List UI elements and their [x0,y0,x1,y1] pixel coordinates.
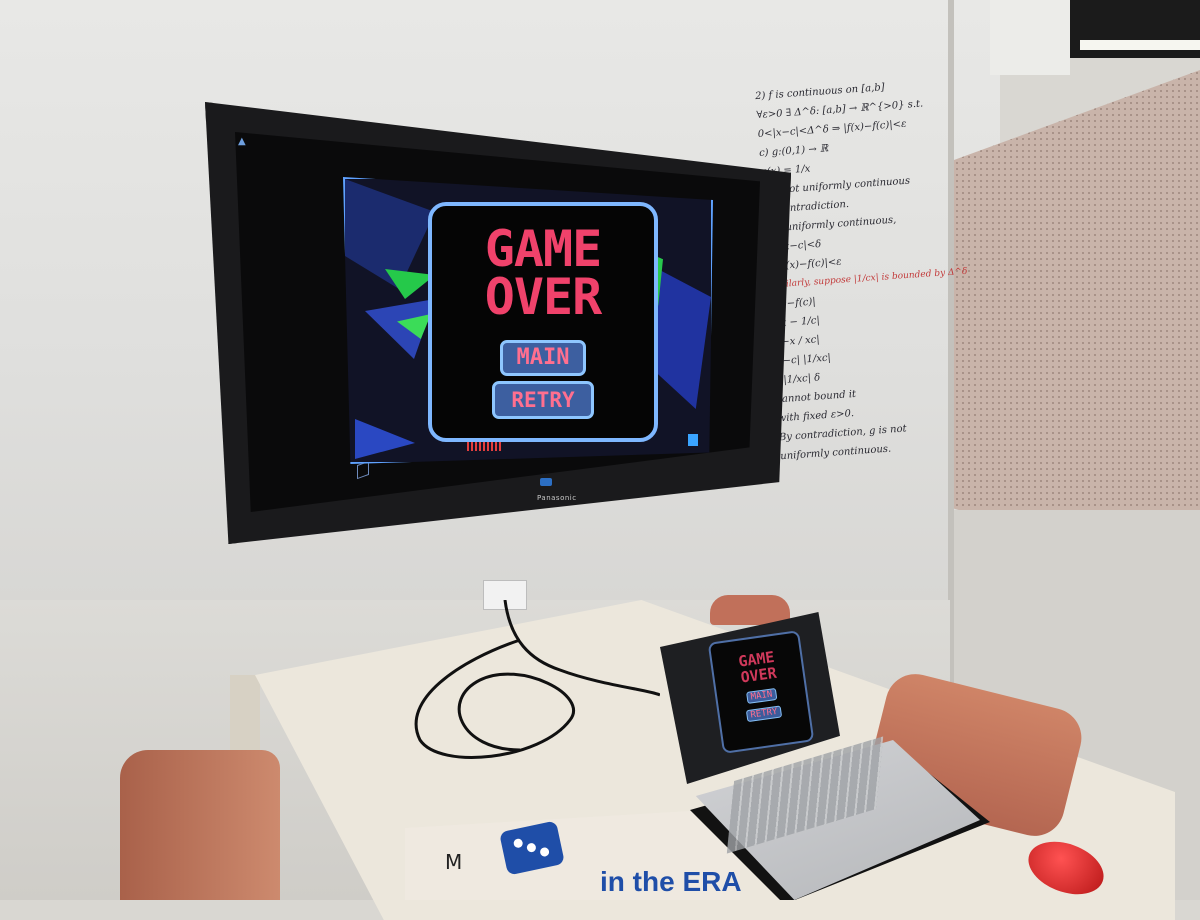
pizza-box-handwriting: M [445,850,463,874]
background-shape [355,419,415,459]
game-over-title-line2: OVER [484,268,602,326]
blue-corner-square [688,434,698,446]
hdmi-cable [414,600,660,759]
laptop-retry-button[interactable]: RETRY [745,705,783,723]
laptop-screen: GAME OVER MAIN RETRY [707,630,815,754]
ceiling [990,0,1070,75]
game-over-panel: GAME OVER MAIN RETRY [428,202,658,442]
fabric-wall-panel [954,70,1200,580]
pizza-box-text: in the ERA [600,866,742,897]
game-over-title-line1: GAME [484,220,602,278]
retry-button[interactable]: RETRY [492,381,594,419]
cursor-icon: ▲ [238,136,246,147]
game-window: GAME OVER MAIN RETRY [343,177,713,464]
tv-brand-logo: Panasonic [537,494,577,502]
whiteboard-math: 2) f is continuous on [a,b] ∀ε>0 ∃ Δ^δ: … [755,74,976,536]
taskbar-icon[interactable] [540,478,552,486]
chair-back-far [710,595,790,625]
ceiling-light [1070,0,1200,58]
main-button[interactable]: MAIN [500,340,586,376]
laptop-main-button[interactable]: MAIN [746,687,778,704]
chair-left [120,750,280,900]
